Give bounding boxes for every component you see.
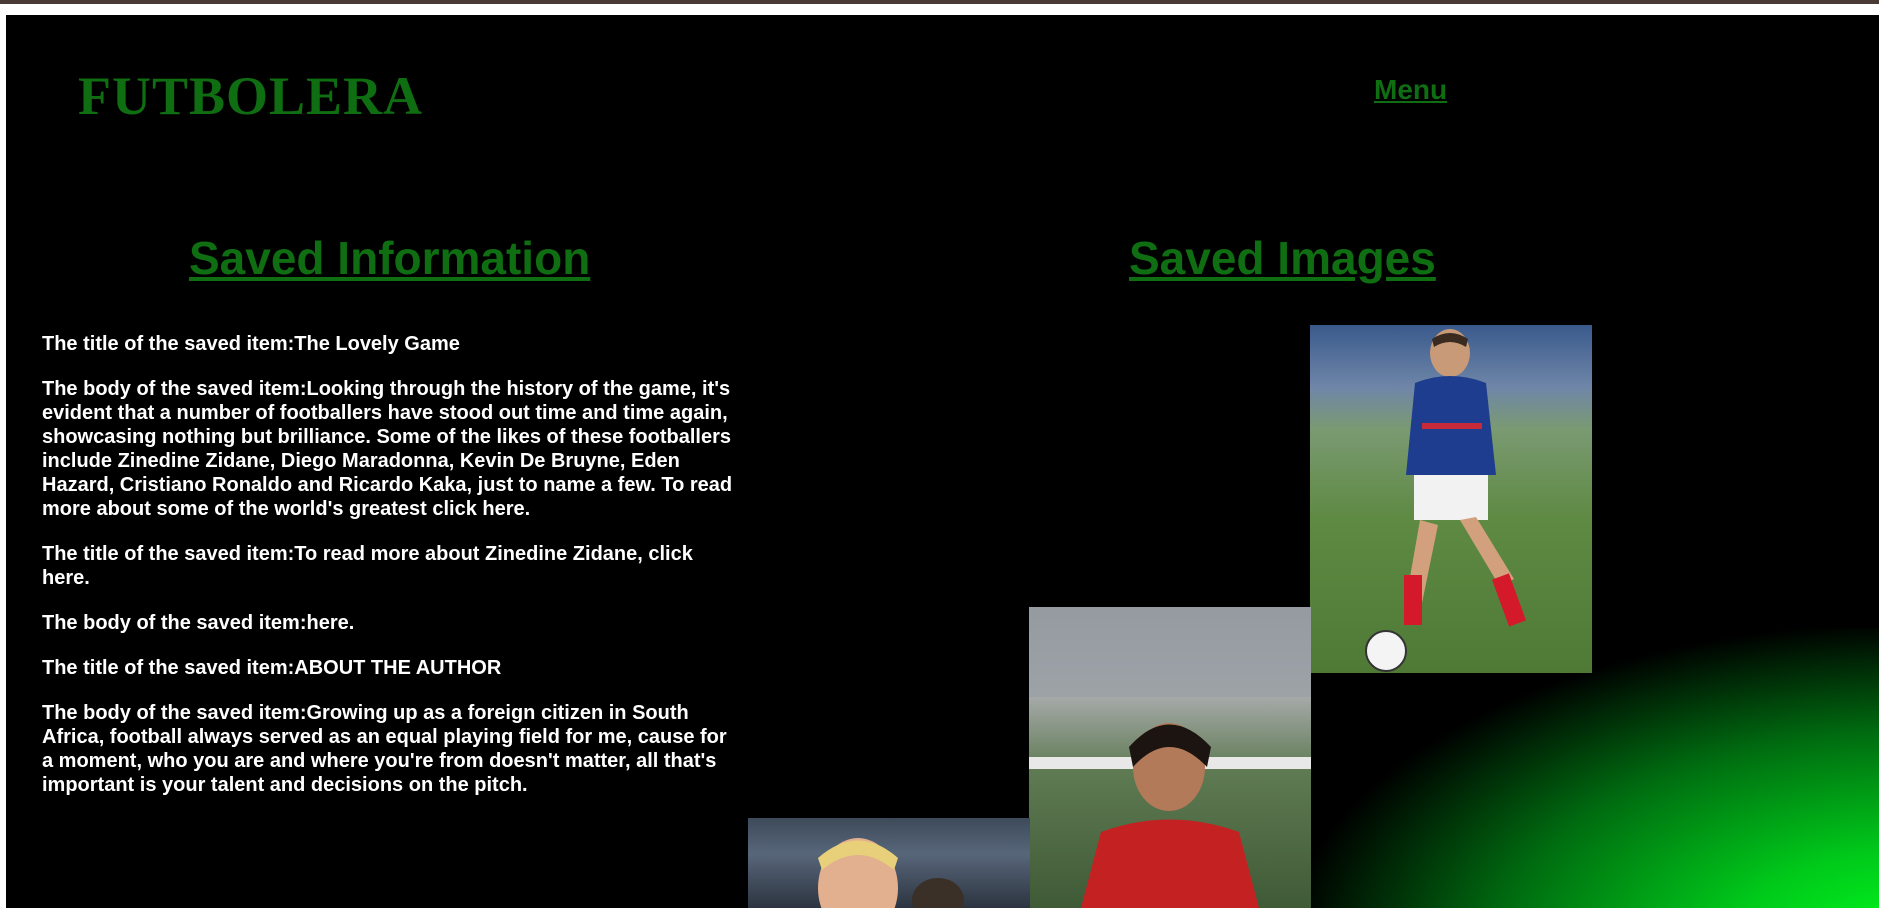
page-container: FUTBOLERA Menu Saved Information Saved I… [6,15,1879,908]
saved-images-title[interactable]: Saved Images [1129,231,1436,285]
browser-top-border [0,0,1879,4]
player-figure-icon [1029,607,1311,908]
saved-image-player[interactable] [748,818,1030,908]
saved-item-title: The title of the saved item:The Lovely G… [42,333,460,355]
saved-information-title[interactable]: Saved Information [189,231,590,285]
saved-item-body: The body of the saved item:Growing up as… [42,702,727,796]
saved-information-list: The title of the saved item:The Lovely G… [42,332,742,818]
saved-item-body: The body of the saved item:Looking throu… [42,378,733,520]
saved-item-body: The body of the saved item:here. [42,612,355,634]
saved-item-title: The title of the saved item:ABOUT THE AU… [42,657,502,679]
player-figure-icon [1365,329,1527,672]
menu-link[interactable]: Menu [1374,74,1447,106]
player-figure-icon [818,838,964,908]
site-logo[interactable]: FUTBOLERA [78,65,423,127]
saved-item-title: The title of the saved item:To read more… [42,543,693,589]
saved-image-zidane[interactable] [1310,325,1592,673]
saved-image-maradona[interactable] [1029,607,1311,908]
